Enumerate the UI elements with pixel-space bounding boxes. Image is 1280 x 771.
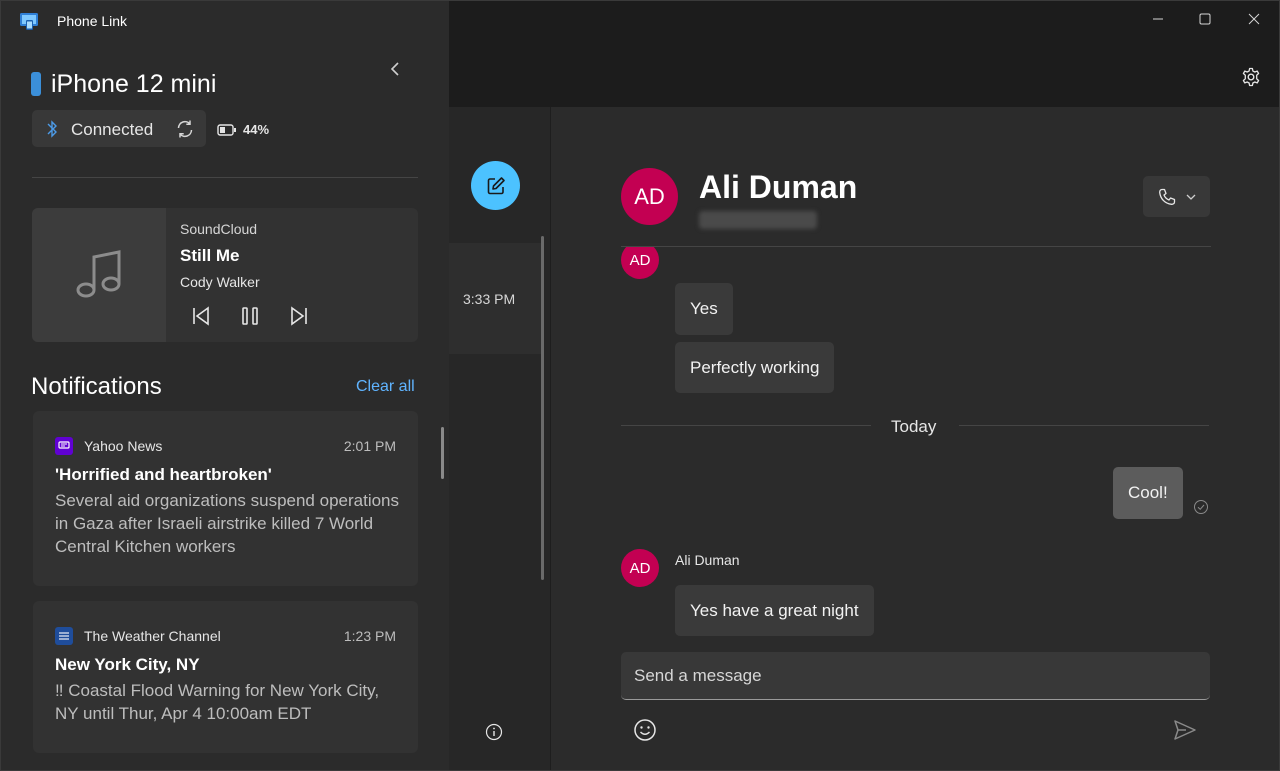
chat-header-divider: [621, 246, 1211, 247]
device-name: iPhone 12 mini: [51, 69, 217, 98]
emoji-button[interactable]: [632, 717, 658, 743]
day-separator: Today: [891, 417, 937, 436]
conversation-time: 3:33 PM: [463, 291, 516, 307]
maximize-button[interactable]: [1182, 5, 1228, 33]
notification-body: ‼ Coastal Flood Warning for New York Cit…: [55, 681, 380, 723]
media-player-card: SoundCloud Still Me Cody Walker: [32, 208, 418, 342]
info-button[interactable]: [484, 722, 504, 742]
previous-track-button[interactable]: [189, 304, 213, 328]
notification-app-name: Yahoo News: [84, 438, 163, 454]
minimize-button[interactable]: [1135, 5, 1181, 33]
notification-card[interactable]: Yahoo News 2:01 PM 'Horrified and heartb…: [33, 411, 418, 586]
next-track-button[interactable]: [287, 304, 311, 328]
notifications-scrollbar[interactable]: [441, 427, 444, 479]
yahoo-news-icon: [55, 437, 73, 455]
connection-status: Connected: [32, 110, 206, 147]
collapse-pane-button[interactable]: [383, 57, 407, 81]
phone-link-window: Phone Link iPhone 12 mini Connected 44% …: [0, 0, 1280, 771]
message-bubble[interactable]: Yes: [675, 283, 733, 335]
music-note-icon: [76, 250, 121, 298]
contact-name: Ali Duman: [699, 169, 858, 205]
battery-status: 44%: [217, 122, 269, 137]
notification-card[interactable]: The Weather Channel 1:23 PM New York Cit…: [33, 601, 418, 753]
phone-device-icon: [31, 72, 41, 96]
notification-time: 1:23 PM: [343, 628, 396, 644]
previous-icon: [193, 306, 209, 326]
day-separator-line: [959, 425, 1209, 426]
info-icon: [485, 723, 503, 741]
pause-icon: [242, 307, 258, 325]
compose-icon: [487, 176, 505, 194]
day-separator-line: [621, 425, 871, 426]
pause-button[interactable]: [238, 304, 262, 328]
sender-avatar: AD: [621, 247, 659, 279]
sync-icon: [177, 120, 193, 138]
notification-body: Several aid organizations suspend operat…: [55, 491, 400, 556]
notification-title: New York City, NY: [55, 655, 200, 674]
sent-message-bubble[interactable]: Cool!: [1113, 467, 1183, 519]
maximize-icon: [1199, 13, 1211, 25]
message-group-avatar-clip: AD: [621, 247, 661, 287]
message-text: Yes: [690, 299, 718, 318]
settings-button[interactable]: [1239, 65, 1263, 89]
bluetooth-icon: [47, 120, 57, 138]
close-icon: [1248, 13, 1260, 25]
notifications-header: Notifications: [31, 373, 162, 400]
message-text: Perfectly working: [690, 357, 820, 377]
send-icon: [1174, 720, 1196, 740]
send-button[interactable]: [1171, 717, 1199, 743]
title-bar: Phone Link: [1, 1, 449, 41]
album-art: [32, 208, 166, 342]
message-text: Cool!: [1128, 483, 1168, 502]
contact-number-redacted: [699, 211, 817, 229]
sync-button[interactable]: [172, 116, 198, 142]
message-bubble[interactable]: Yes have a great night: [675, 585, 874, 636]
minimize-icon: [1153, 18, 1163, 20]
notification-time: 2:01 PM: [343, 438, 396, 454]
media-artist: Cody Walker: [180, 274, 260, 290]
phone-icon: [1158, 188, 1175, 205]
chevron-down-icon: [1186, 194, 1195, 200]
clear-all-link[interactable]: Clear all: [356, 378, 415, 396]
app-title: Phone Link: [57, 13, 128, 29]
connection-status-text: Connected: [71, 120, 154, 139]
conversation-list-scrollbar[interactable]: [541, 236, 544, 580]
battery-icon: [217, 123, 236, 136]
call-button[interactable]: [1143, 176, 1210, 217]
weather-channel-icon: [55, 627, 73, 645]
message-bubble[interactable]: Perfectly working: [675, 342, 835, 393]
device-pane: Phone Link iPhone 12 mini Connected 44% …: [1, 1, 449, 770]
new-message-button[interactable]: [471, 161, 520, 210]
chevron-left-icon: [390, 62, 399, 76]
divider: [32, 177, 418, 178]
close-button[interactable]: [1231, 5, 1277, 33]
sender-avatar: AD: [621, 549, 659, 587]
message-input[interactable]: [621, 652, 1210, 699]
contact-avatar: AD: [621, 168, 678, 225]
battery-level: 44%: [243, 122, 270, 137]
app-icon: [20, 13, 38, 30]
message-text: Yes have a great night: [690, 600, 859, 620]
read-check-icon: [1194, 500, 1208, 514]
notification-title: 'Horrified and heartbroken': [55, 465, 272, 484]
device-header: iPhone 12 mini: [31, 67, 216, 101]
next-icon: [291, 306, 307, 326]
media-title: Still Me: [180, 246, 240, 265]
gear-icon: [1242, 67, 1260, 87]
emoji-icon: [634, 719, 656, 741]
sender-name: Ali Duman: [675, 552, 740, 568]
notification-app-name: The Weather Channel: [84, 628, 221, 644]
media-source: SoundCloud: [180, 221, 258, 237]
message-composer: [621, 652, 1210, 700]
